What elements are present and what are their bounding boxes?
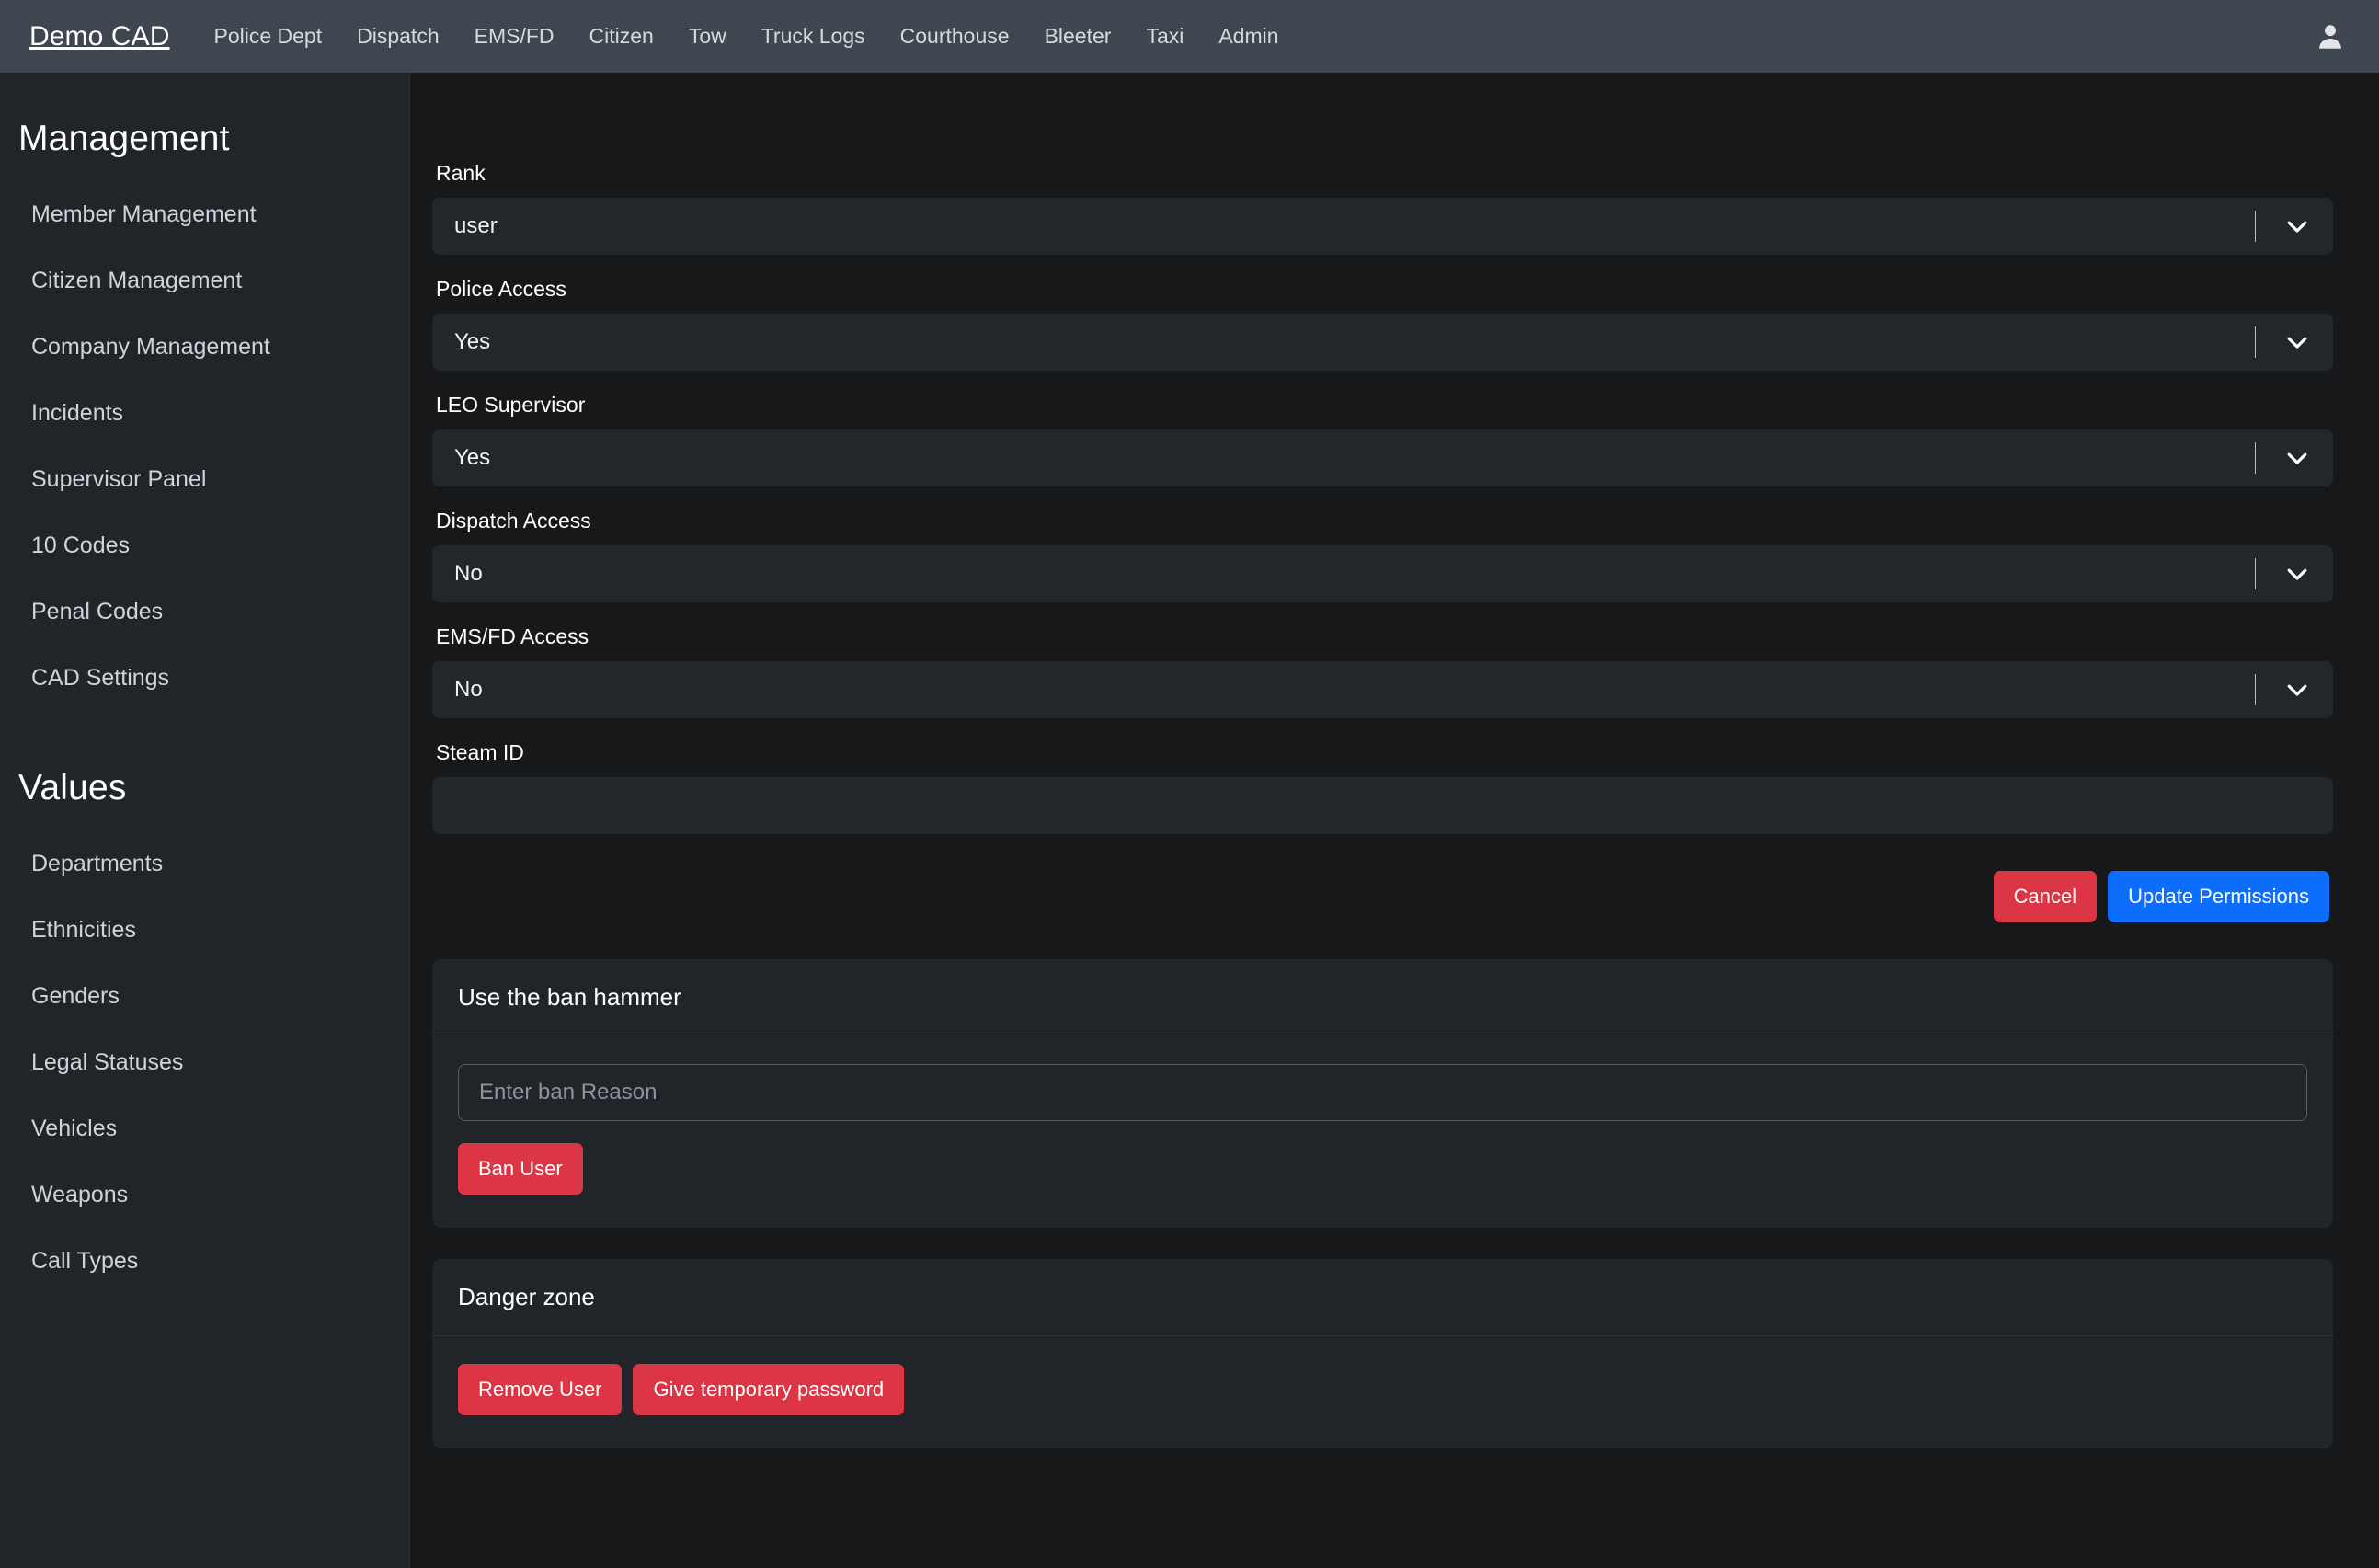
label-leo-supervisor: LEO Supervisor — [436, 393, 586, 417]
select-separator — [2255, 442, 2256, 474]
select-separator — [2255, 674, 2256, 705]
nav-links: Police Dept Dispatch EMS/FD Citizen Tow … — [214, 24, 2284, 49]
label-police-access: Police Access — [436, 277, 566, 301]
ban-reason-input[interactable] — [458, 1064, 2307, 1121]
steam-id-input[interactable] — [432, 777, 2333, 834]
ban-user-button[interactable]: Ban User — [458, 1143, 583, 1195]
nav-item-police-dept[interactable]: Police Dept — [214, 24, 323, 49]
field-rank: Rank user — [432, 161, 2333, 255]
select-dispatch-access-value: No — [454, 561, 483, 586]
give-temporary-password-button[interactable]: Give temporary password — [633, 1364, 905, 1415]
chevron-down-icon[interactable] — [2283, 444, 2311, 472]
danger-zone-card-body: Remove User Give temporary password — [432, 1336, 2333, 1448]
field-leo-supervisor: LEO Supervisor Yes — [432, 393, 2333, 486]
nav-item-courthouse[interactable]: Courthouse — [900, 24, 1010, 49]
select-police-access[interactable]: Yes — [432, 314, 2333, 371]
select-dispatch-access[interactable]: No — [432, 545, 2333, 602]
form-actions: Cancel Update Permissions — [432, 871, 2333, 922]
sidebar-item-cad-settings[interactable]: CAD Settings — [0, 645, 409, 711]
chevron-down-icon[interactable] — [2283, 212, 2311, 240]
chevron-down-icon[interactable] — [2283, 676, 2311, 704]
brand-logo[interactable]: Demo CAD — [29, 21, 170, 52]
sidebar-item-ethnicities[interactable]: Ethnicities — [0, 897, 409, 963]
nav-item-citizen[interactable]: Citizen — [589, 24, 654, 49]
danger-zone-actions: Remove User Give temporary password — [458, 1364, 2307, 1415]
ban-hammer-card-header: Use the ban hammer — [432, 959, 2333, 1036]
nav-item-truck-logs[interactable]: Truck Logs — [761, 24, 865, 49]
sidebar-heading-management: Management — [18, 119, 230, 158]
nav-item-taxi[interactable]: Taxi — [1146, 24, 1184, 49]
sidebar-item-departments[interactable]: Departments — [0, 830, 409, 897]
sidebar-item-genders[interactable]: Genders — [0, 963, 409, 1029]
field-police-access: Police Access Yes — [432, 277, 2333, 371]
sidebar: Management Member Management Citizen Man… — [0, 73, 410, 1568]
sidebar-item-member-management[interactable]: Member Management — [0, 181, 409, 247]
update-permissions-button[interactable]: Update Permissions — [2108, 871, 2329, 922]
sidebar-item-company-management[interactable]: Company Management — [0, 314, 409, 380]
sidebar-heading-values: Values — [18, 768, 127, 807]
sidebar-item-weapons[interactable]: Weapons — [0, 1162, 409, 1228]
user-icon[interactable] — [2315, 21, 2346, 52]
sidebar-item-supervisor-panel[interactable]: Supervisor Panel — [0, 446, 409, 512]
sidebar-item-call-types[interactable]: Call Types — [0, 1228, 409, 1294]
sidebar-item-penal-codes[interactable]: Penal Codes — [0, 578, 409, 645]
ban-hammer-card-body: Ban User — [432, 1036, 2333, 1228]
select-leo-supervisor-value: Yes — [454, 445, 491, 470]
field-dispatch-access: Dispatch Access No — [432, 509, 2333, 602]
select-leo-supervisor[interactable]: Yes — [432, 429, 2333, 486]
nav-item-admin[interactable]: Admin — [1218, 24, 1278, 49]
select-separator — [2255, 211, 2256, 242]
select-separator — [2255, 558, 2256, 589]
chevron-down-icon[interactable] — [2283, 328, 2311, 356]
top-navbar: Demo CAD Police Dept Dispatch EMS/FD Cit… — [0, 0, 2379, 73]
nav-item-dispatch[interactable]: Dispatch — [357, 24, 439, 49]
select-ems-fd-access-value: No — [454, 677, 483, 702]
select-ems-fd-access[interactable]: No — [432, 661, 2333, 718]
danger-zone-card-title: Danger zone — [458, 1283, 595, 1310]
sidebar-item-citizen-management[interactable]: Citizen Management — [0, 247, 409, 314]
sidebar-item-10-codes[interactable]: 10 Codes — [0, 512, 409, 578]
ban-hammer-card-title: Use the ban hammer — [458, 983, 681, 1011]
label-ems-fd-access: EMS/FD Access — [436, 624, 589, 648]
cancel-button[interactable]: Cancel — [1993, 871, 2098, 922]
select-separator — [2255, 326, 2256, 358]
nav-item-bleeter[interactable]: Bleeter — [1045, 24, 1112, 49]
sidebar-item-incidents[interactable]: Incidents — [0, 380, 409, 446]
select-police-access-value: Yes — [454, 329, 491, 354]
remove-user-button[interactable]: Remove User — [458, 1364, 623, 1415]
field-ems-fd-access: EMS/FD Access No — [432, 624, 2333, 718]
sidebar-item-vehicles[interactable]: Vehicles — [0, 1095, 409, 1162]
label-steam-id: Steam ID — [436, 740, 524, 764]
nav-item-ems-fd[interactable]: EMS/FD — [475, 24, 555, 49]
danger-zone-card-header: Danger zone — [432, 1259, 2333, 1336]
select-rank[interactable]: user — [432, 198, 2333, 255]
field-steam-id: Steam ID — [432, 740, 2333, 834]
page-body: Management Member Management Citizen Man… — [0, 73, 2379, 1568]
select-rank-value: user — [454, 213, 498, 238]
chevron-down-icon[interactable] — [2283, 560, 2311, 588]
danger-zone-card: Danger zone Remove User Give temporary p… — [432, 1259, 2333, 1448]
label-rank: Rank — [436, 161, 486, 185]
ban-hammer-card: Use the ban hammer Ban User — [432, 959, 2333, 1228]
sidebar-item-legal-statuses[interactable]: Legal Statuses — [0, 1029, 409, 1095]
nav-item-tow[interactable]: Tow — [689, 24, 726, 49]
label-dispatch-access: Dispatch Access — [436, 509, 591, 532]
main-content: Rank user Police Access Yes LEO Supervis… — [410, 73, 2379, 1568]
